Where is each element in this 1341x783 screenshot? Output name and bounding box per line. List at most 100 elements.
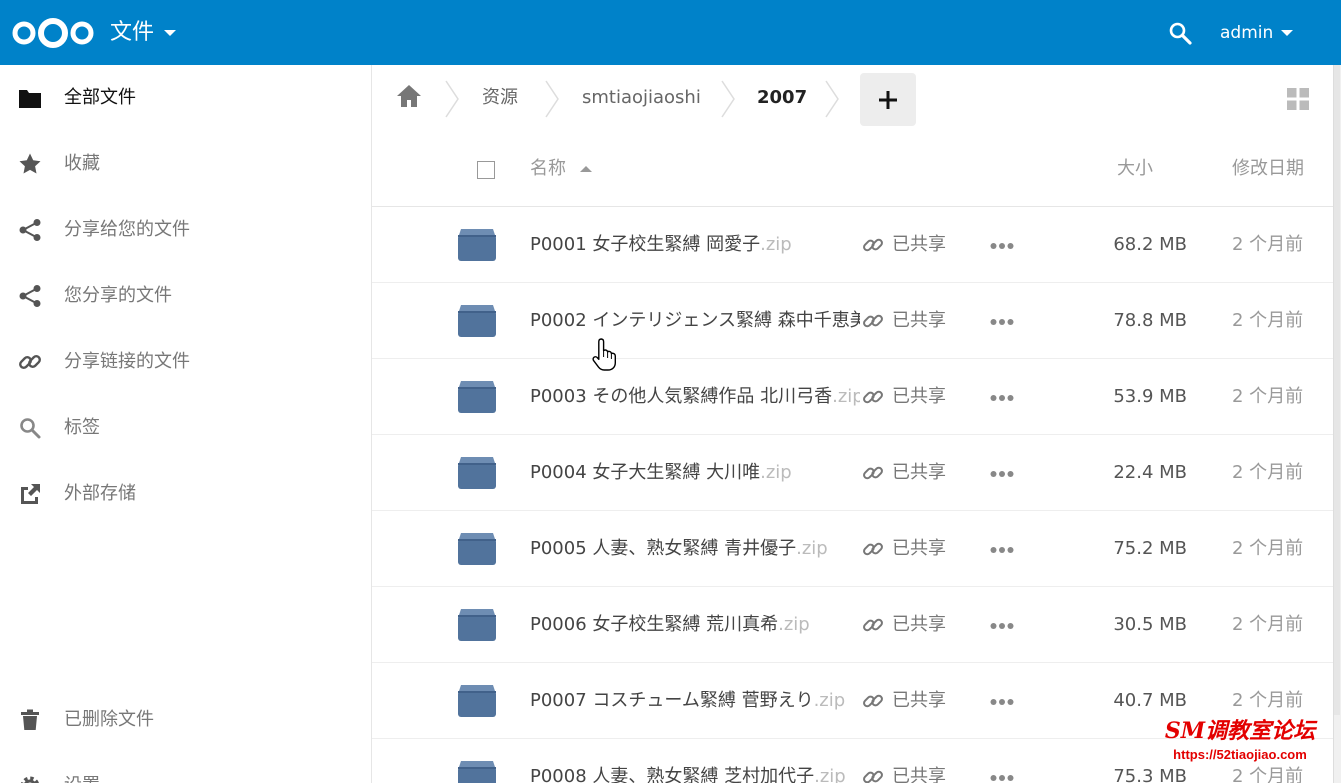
- file-extension: .zip: [760, 234, 792, 255]
- link-icon[interactable]: [862, 462, 884, 484]
- link-icon[interactable]: [862, 386, 884, 408]
- file-size: 22.4 MB: [1113, 462, 1187, 483]
- app-menu-title[interactable]: 文件: [110, 17, 177, 49]
- nav-item-settings[interactable]: 设置: [0, 753, 371, 783]
- table-row[interactable]: P0005 人妻、熟女緊縛 青井優子.zip 已共享 75.2 MB 2 个月前: [372, 511, 1333, 587]
- file-name[interactable]: P0008 人妻、熟女緊縛 芝村加代子.zip: [530, 739, 846, 783]
- more-actions-icon[interactable]: [990, 470, 1014, 478]
- file-extension: .zip: [760, 462, 792, 483]
- archive-file-icon: [458, 457, 496, 489]
- share-status[interactable]: 已共享: [892, 435, 946, 511]
- share-status[interactable]: 已共享: [892, 283, 946, 359]
- search-icon: [20, 418, 41, 439]
- nav-item-shared-by-you[interactable]: 您分享的文件: [0, 263, 371, 329]
- nav-label: 收藏: [64, 153, 100, 174]
- file-modified: 2 个月前: [1232, 462, 1304, 483]
- nav-item-deleted-files[interactable]: 已删除文件: [0, 687, 371, 753]
- sort-ascending-icon: [580, 166, 592, 172]
- column-header-modified[interactable]: 修改日期: [1232, 133, 1304, 205]
- table-row[interactable]: P0004 女子大生緊縛 大川唯.zip 已共享 22.4 MB 2 个月前: [372, 435, 1333, 511]
- breadcrumb-item-current[interactable]: 2007: [757, 65, 807, 131]
- file-extension: .zip: [813, 690, 846, 711]
- more-actions-icon[interactable]: [990, 698, 1014, 706]
- link-icon[interactable]: [862, 234, 884, 256]
- file-size: 30.5 MB: [1113, 614, 1187, 635]
- external-icon: [21, 484, 40, 504]
- home-icon[interactable]: [396, 83, 422, 109]
- watermark-title: SM调教室论坛: [1164, 718, 1316, 744]
- nav-item-all-files[interactable]: 全部文件: [0, 65, 371, 131]
- link-icon[interactable]: [862, 614, 884, 636]
- table-row[interactable]: P0001 女子校生緊縛 岡愛子.zip 已共享 68.2 MB 2 个月前: [372, 207, 1333, 283]
- table-row[interactable]: P0002 インテリジェンス緊縛 森中千恵美.zip 已共享 78.8 MB 2…: [372, 283, 1333, 359]
- nav-item-external-storage[interactable]: 外部存储: [0, 461, 371, 527]
- share-status[interactable]: 已共享: [892, 587, 946, 663]
- file-name[interactable]: P0001 女子校生緊縛 岡愛子.zip: [530, 207, 792, 283]
- app-header: 文件 admin: [0, 0, 1341, 65]
- archive-file-icon: [458, 533, 496, 565]
- trash-icon: [21, 709, 39, 730]
- file-name[interactable]: P0002 インテリジェンス緊縛 森中千恵美.zip: [530, 283, 860, 359]
- file-name[interactable]: P0006 女子校生緊縛 荒川真希.zip: [530, 587, 810, 663]
- nav-item-favorites[interactable]: 收藏: [0, 131, 371, 197]
- file-name[interactable]: P0005 人妻、熟女緊縛 青井優子.zip: [530, 511, 828, 587]
- nav-item-shared-by-link[interactable]: 分享链接的文件: [0, 329, 371, 395]
- user-menu[interactable]: admin: [1220, 20, 1294, 46]
- nav-label: 全部文件: [64, 87, 136, 108]
- link-icon[interactable]: [862, 766, 884, 783]
- more-actions-icon[interactable]: [990, 546, 1014, 554]
- share-status[interactable]: 已共享: [892, 207, 946, 283]
- more-actions-icon[interactable]: [990, 622, 1014, 630]
- grid-view-icon[interactable]: [1286, 87, 1310, 111]
- file-extension: .zip: [796, 538, 828, 559]
- breadcrumb-item-smtiaojiaoshi[interactable]: smtiaojiaoshi: [582, 65, 701, 131]
- link-icon[interactable]: [862, 310, 884, 332]
- table-row[interactable]: P0003 その他人気緊縛作品 北川弓香.zip 已共享 53.9 MB 2 个…: [372, 359, 1333, 435]
- star-icon: [19, 153, 41, 174]
- column-header-name[interactable]: 名称: [530, 133, 592, 205]
- hand-cursor-icon: [592, 338, 616, 371]
- archive-file-icon: [458, 229, 496, 261]
- nav-item-tags[interactable]: 标签: [0, 395, 371, 461]
- chevron-right-icon: [545, 80, 559, 118]
- more-actions-icon[interactable]: [990, 318, 1014, 326]
- file-list: P0001 女子校生緊縛 岡愛子.zip 已共享 68.2 MB 2 个月前 P…: [372, 207, 1333, 783]
- more-actions-icon[interactable]: [990, 394, 1014, 402]
- file-modified: 2 个月前: [1232, 310, 1304, 331]
- file-name[interactable]: P0007 コスチューム緊縛 菅野えり.zip: [530, 663, 845, 739]
- share-status[interactable]: 已共享: [892, 359, 946, 435]
- file-size: 78.8 MB: [1113, 310, 1187, 331]
- file-extension: .zip: [814, 766, 846, 783]
- nextcloud-logo[interactable]: [10, 17, 96, 49]
- select-all-checkbox[interactable]: [477, 161, 495, 179]
- file-table-header: 名称 大小 修改日期: [372, 133, 1333, 207]
- caret-down-icon: [1281, 30, 1294, 36]
- new-file-button[interactable]: [860, 73, 916, 126]
- user-name: admin: [1220, 23, 1274, 43]
- file-name[interactable]: P0003 その他人気緊縛作品 北川弓香.zip: [530, 359, 860, 435]
- file-name[interactable]: P0004 女子大生緊縛 大川唯.zip: [530, 435, 792, 511]
- plus-icon: [879, 90, 897, 109]
- column-header-size[interactable]: 大小: [1117, 133, 1153, 205]
- link-icon[interactable]: [862, 690, 884, 712]
- column-header-name-label: 名称: [530, 158, 566, 179]
- share-status[interactable]: 已共享: [892, 663, 946, 739]
- file-modified: 2 个月前: [1232, 234, 1304, 255]
- nav-item-shared-with-you[interactable]: 分享给您的文件: [0, 197, 371, 263]
- chevron-right-icon: [445, 80, 459, 118]
- file-basename: P0004 女子大生緊縛 大川唯: [530, 462, 761, 483]
- archive-file-icon: [458, 609, 496, 641]
- share-status[interactable]: 已共享: [892, 739, 946, 783]
- nav-label: 分享给您的文件: [64, 219, 190, 240]
- more-actions-icon[interactable]: [990, 242, 1014, 250]
- more-actions-icon[interactable]: [990, 774, 1014, 782]
- nav-label: 已删除文件: [64, 709, 154, 730]
- search-icon[interactable]: [1168, 21, 1192, 45]
- archive-file-icon: [458, 381, 496, 413]
- scrollbar-thumb[interactable]: [1334, 65, 1340, 715]
- share-status[interactable]: 已共享: [892, 511, 946, 587]
- breadcrumb-item-resources[interactable]: 资源: [482, 65, 518, 131]
- link-icon: [19, 355, 41, 369]
- link-icon[interactable]: [862, 538, 884, 560]
- table-row[interactable]: P0006 女子校生緊縛 荒川真希.zip 已共享 30.5 MB 2 个月前: [372, 587, 1333, 663]
